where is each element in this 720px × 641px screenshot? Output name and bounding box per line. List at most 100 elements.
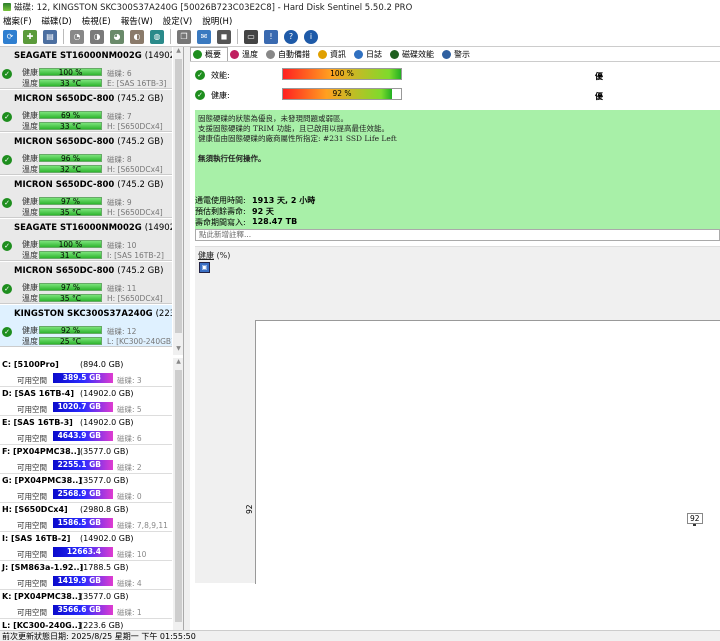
tab-log[interactable]: 日誌 [352, 47, 388, 61]
menu-help[interactable]: 說明(H) [202, 15, 232, 27]
partition-name: H: [S650DCx4] [2, 505, 68, 514]
disk-size: (745.2 GB) [117, 266, 164, 276]
menu-settings[interactable]: 設定(V) [163, 15, 192, 27]
disk-size: (745.2 GB) [117, 137, 164, 147]
health-value: 92 % [332, 89, 352, 98]
health-bar: 92 % [39, 326, 102, 334]
partition-disk: 磁碟: 2 [117, 463, 142, 472]
disk-list-scrollbar[interactable]: ▲ ▼ [173, 47, 183, 355]
performance-bar: 100 % [282, 68, 402, 80]
health-label: 健康: [22, 283, 41, 292]
disk-item[interactable]: MICRON S650DC-800 (745.2 GB) ✓ 健康: 69 % 磁碟: … [0, 90, 172, 132]
partition-size: (3577.0 GB) [80, 476, 129, 485]
copy-icon[interactable]: ❐ [177, 29, 191, 44]
health-label: 健康: [22, 240, 41, 249]
menu-view[interactable]: 檢視(E) [82, 15, 111, 27]
menu-file[interactable]: 檔案(F) [3, 15, 32, 27]
partition-item[interactable]: J: [SM863a-1.92..] (1788.5 GB) 可用空間 1419.9 … [0, 561, 172, 590]
disk-size: (223.6 GB) [155, 309, 172, 319]
tab-gauge[interactable]: 磁碟效能 [388, 47, 440, 61]
partition-item[interactable]: K: [PX04PMC38..] (3577.0 GB) 可用空間 3566.6 GB… [0, 590, 172, 619]
disk-list: SEAGATE ST16000NM002G (14902.0 GB)✓健康:10… [0, 47, 172, 355]
partition-item[interactable]: C: [5100Pro] (894.0 GB) 可用空間 389.5 GB 磁碟: 3 [0, 358, 172, 387]
scroll-up-icon[interactable]: ▲ [173, 358, 183, 368]
partition-item[interactable]: F: [PX04PMC38..] (3577.0 GB) 可用空間 2255.1 GB… [0, 445, 172, 474]
health-icon[interactable]: ✚ [23, 29, 37, 44]
disk-model: SEAGATE ST16000NM002G [14, 51, 142, 61]
menu-bar: 檔案(F) 磁碟(D) 檢視(E) 報告(W) 設定(V) 說明(H) [0, 14, 720, 27]
disk-item[interactable]: MICRON S650DC-800 (745.2 GB) ✓ 健康: 96 % 磁碟: … [0, 133, 172, 175]
refresh-icon[interactable]: ⟳ [3, 29, 17, 44]
save-icon[interactable]: ▣ [199, 262, 210, 273]
partition-disk: 磁碟: 1 [117, 608, 142, 617]
repair-icon[interactable]: ◐ [130, 29, 144, 44]
temperature-value: 33 °C [60, 122, 81, 131]
menu-report[interactable]: 報告(W) [121, 15, 153, 27]
info-icon[interactable]: i [304, 29, 318, 44]
surface-test-icon[interactable]: ◕ [110, 29, 124, 44]
disk-number: 磁碟: 7 [107, 112, 132, 121]
disk-item[interactable]: SEAGATE ST16000NM002G (14902.0 GB)✓健康:10… [0, 219, 172, 261]
disk-test-icon[interactable]: ◑ [90, 29, 104, 44]
tab-wrench[interactable]: 自動備錯 [264, 47, 316, 61]
health-bar: 97 % [39, 283, 102, 291]
test-icon[interactable]: ◔ [70, 29, 84, 44]
tab-check[interactable]: 概要 [190, 47, 228, 61]
partition-item[interactable]: D: [SAS 16TB-4] (14902.0 GB) 可用空間 1020.7 GB… [0, 387, 172, 416]
disk-size: (14902.0 GB) [144, 51, 172, 61]
partition-item[interactable]: H: [S650DCx4] (2980.8 GB) 可用空間 1586.5 GB 磁碟:… [0, 503, 172, 532]
scroll-thumb[interactable] [175, 370, 182, 622]
partition-list-scrollbar[interactable]: ▲ [173, 358, 183, 630]
menu-disk[interactable]: 磁碟(D) [42, 15, 72, 27]
chart-y-label: 92 [245, 504, 254, 514]
partition-size: (14902.0 GB) [80, 418, 134, 427]
partition-item[interactable]: L: [KC300-240G..] (223.6 GB) [0, 619, 172, 630]
partition-item[interactable]: I: [SAS 16TB-2] (14902.0 GB) 可用空間 12663.4 G… [0, 532, 172, 566]
performance-value: 100 % [330, 69, 354, 78]
tab-thermometer[interactable]: 溫度 [228, 47, 264, 61]
partition-name: D: [SAS 16TB-4] [2, 389, 75, 398]
disk-item[interactable]: KINGSTON SKC300S37A240G (223.6 GB)✓健康:92… [0, 305, 172, 347]
free-space-value: 1586.5 GB [57, 518, 101, 527]
check-icon: ✓ [2, 327, 12, 337]
tab-alert[interactable]: 警示 [440, 47, 476, 61]
partition-item[interactable]: G: [PX04PMC38..] (3577.0 GB) 可用空間 2568.9 GB… [0, 474, 172, 503]
help-icon[interactable]: ? [284, 29, 298, 44]
free-space-label: 可用空間 [17, 376, 47, 385]
free-space-label: 可用空間 [17, 434, 47, 443]
health-value: 92 % [60, 326, 81, 335]
free-space-bar: 1020.7 GB [53, 402, 113, 412]
temperature-bar: 35 °C [39, 294, 102, 302]
remaining-lifetime: 預估剩餘壽命: 92 天 [195, 206, 274, 217]
disk-item[interactable]: MICRON S650DC-800 (745.2 GB) ✓ 健康: 97 % 磁碟: … [0, 262, 172, 304]
free-space-bar: 1586.5 GB [53, 518, 113, 528]
written-label: 壽命期間寫入: [195, 218, 246, 227]
title-bar: 磁碟: 12, KINGSTON SKC300S37A240G [50026B7… [0, 0, 720, 14]
disk-name: MICRON S650DC-800 (745.2 GB) [14, 266, 163, 276]
temperature-bar: 25 °C [39, 337, 102, 345]
free-space-label: 可用空間 [17, 405, 47, 414]
partition-item[interactable]: E: [SAS 16TB-3] (14902.0 GB) 可用空間 4643.9 GB… [0, 416, 172, 445]
web-icon[interactable]: ◍ [150, 29, 164, 44]
separator [63, 29, 64, 44]
power-on-label: 通電使用時間: [195, 196, 246, 205]
scroll-up-icon[interactable]: ▲ [173, 47, 183, 57]
partition-name: C: [5100Pro] [2, 360, 59, 369]
free-space-value: 1419.9 GB [57, 576, 101, 585]
partition-size: (2980.8 GB) [80, 505, 129, 514]
monitor-icon[interactable]: ▭ [244, 29, 258, 44]
tab-info[interactable]: 資訊 [316, 47, 352, 61]
scroll-down-icon[interactable]: ▼ [173, 345, 183, 355]
chart-tab-health[interactable]: 健康 (%) [198, 250, 230, 261]
partition-name: I: [SAS 16TB-2] [2, 534, 71, 543]
mail-icon[interactable]: ✉ [197, 29, 211, 44]
disk-icon[interactable]: ◼ [217, 29, 231, 44]
notes-input[interactable]: 點此新增註釋... [195, 229, 720, 241]
performance-rating: 優 [595, 72, 603, 81]
scroll-thumb[interactable] [175, 59, 182, 333]
partition-disk: 磁碟: 7,8,9,11 [117, 521, 168, 530]
disk-item[interactable]: SEAGATE ST16000NM002G (14902.0 GB)✓健康:10… [0, 47, 172, 89]
report-icon[interactable]: ▤ [43, 29, 57, 44]
disk-item[interactable]: MICRON S650DC-800 (745.2 GB) ✓ 健康: 97 % 磁碟: … [0, 176, 172, 218]
alert-icon[interactable]: ! [264, 29, 278, 44]
